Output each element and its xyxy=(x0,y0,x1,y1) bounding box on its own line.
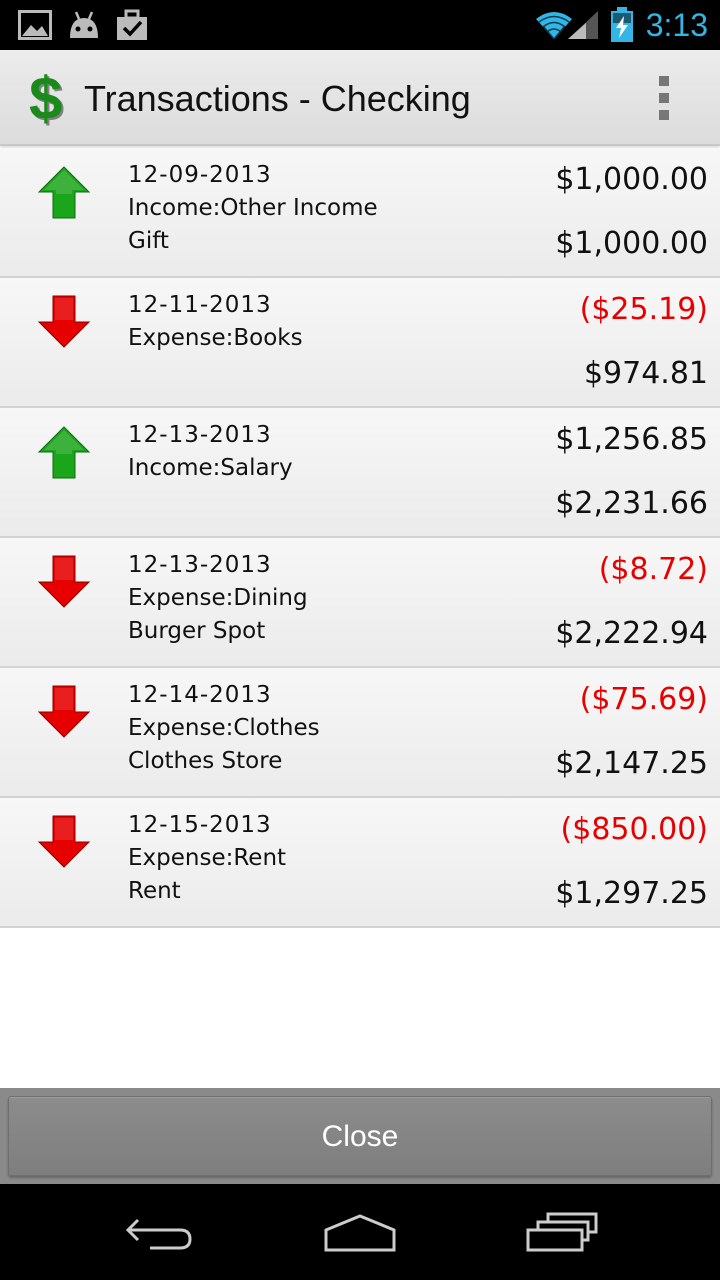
transaction-amount: ($8.72) xyxy=(598,552,708,587)
transaction-date: 12-14-2013 xyxy=(128,682,272,708)
transaction-row[interactable]: 12-09-2013 Income:Other Income Gift $1,000.… xyxy=(0,148,720,278)
running-balance: $974.81 xyxy=(583,356,708,391)
transaction-amount: ($25.19) xyxy=(579,292,708,327)
close-button[interactable]: Close xyxy=(8,1096,712,1176)
arrow-down-icon xyxy=(36,294,92,350)
action-bar: $ $ Transactions - Checking xyxy=(0,50,720,146)
battery-charging-icon xyxy=(610,0,634,50)
transaction-payee: Rent xyxy=(128,878,181,904)
dollar-sign-icon: $ $ xyxy=(28,65,74,134)
transaction-category: Expense:Clothes xyxy=(128,715,320,741)
transaction-date: 12-09-2013 xyxy=(128,162,272,188)
transaction-date: 12-11-2013 xyxy=(128,292,272,318)
android-icon xyxy=(66,0,102,50)
transaction-amount: $1,256.85 xyxy=(555,422,708,457)
transaction-row[interactable]: 12-13-2013 Expense:Dining Burger Spot ($8.7… xyxy=(0,538,720,668)
recent-apps-icon[interactable] xyxy=(502,1202,622,1262)
status-bar: 3:13 xyxy=(0,0,720,50)
back-icon[interactable] xyxy=(100,1202,220,1262)
status-time: 3:13 xyxy=(645,7,708,43)
running-balance: $1,297.25 xyxy=(555,876,708,911)
transaction-payee: Gift xyxy=(128,228,169,254)
transaction-category: Expense:Dining xyxy=(128,585,308,611)
svg-text:$: $ xyxy=(29,66,62,130)
arrow-down-icon xyxy=(36,684,92,740)
gallery-icon xyxy=(18,0,52,50)
transaction-row[interactable]: 12-14-2013 Expense:Clothes Clothes Store ($… xyxy=(0,668,720,798)
transaction-row[interactable]: 12-13-2013 Income:Salary $1,256.85 $2,231.6… xyxy=(0,408,720,538)
transaction-row[interactable]: 12-11-2013 Expense:Books ($25.19) $974.81 xyxy=(0,278,720,408)
running-balance: $2,222.94 xyxy=(555,616,708,651)
signal-icon xyxy=(566,0,600,50)
transaction-list: 12-09-2013 Income:Other Income Gift $1,000.… xyxy=(0,148,720,928)
transaction-category: Expense:Rent xyxy=(128,845,287,871)
transaction-row[interactable]: 12-15-2013 Expense:Rent Rent ($850.00) $1,29… xyxy=(0,798,720,928)
home-icon[interactable] xyxy=(300,1202,420,1262)
transaction-amount: ($75.69) xyxy=(579,682,708,717)
overflow-menu-icon[interactable] xyxy=(640,74,688,122)
transaction-amount: $1,000.00 xyxy=(555,162,708,197)
navigation-bar xyxy=(0,1184,720,1280)
transaction-date: 12-15-2013 xyxy=(128,812,272,838)
arrow-up-icon xyxy=(36,424,92,480)
transaction-payee: Clothes Store xyxy=(128,748,283,774)
running-balance: $1,000.00 xyxy=(555,226,708,261)
briefcase-check-icon xyxy=(116,0,148,50)
transaction-date: 12-13-2013 xyxy=(128,552,272,578)
transaction-amount: ($850.00) xyxy=(560,812,708,847)
arrow-down-icon xyxy=(36,554,92,610)
transaction-category: Income:Salary xyxy=(128,455,293,481)
arrow-down-icon xyxy=(36,814,92,870)
close-bar: Close xyxy=(0,1088,720,1184)
running-balance: $2,231.66 xyxy=(555,486,708,521)
arrow-up-icon xyxy=(36,164,92,220)
page-title: Transactions - Checking xyxy=(84,78,471,119)
transaction-payee: Burger Spot xyxy=(128,618,266,644)
running-balance: $2,147.25 xyxy=(555,746,708,781)
transaction-category: Expense:Books xyxy=(128,325,303,351)
transaction-category: Income:Other Income xyxy=(128,195,378,221)
transaction-date: 12-13-2013 xyxy=(128,422,272,448)
